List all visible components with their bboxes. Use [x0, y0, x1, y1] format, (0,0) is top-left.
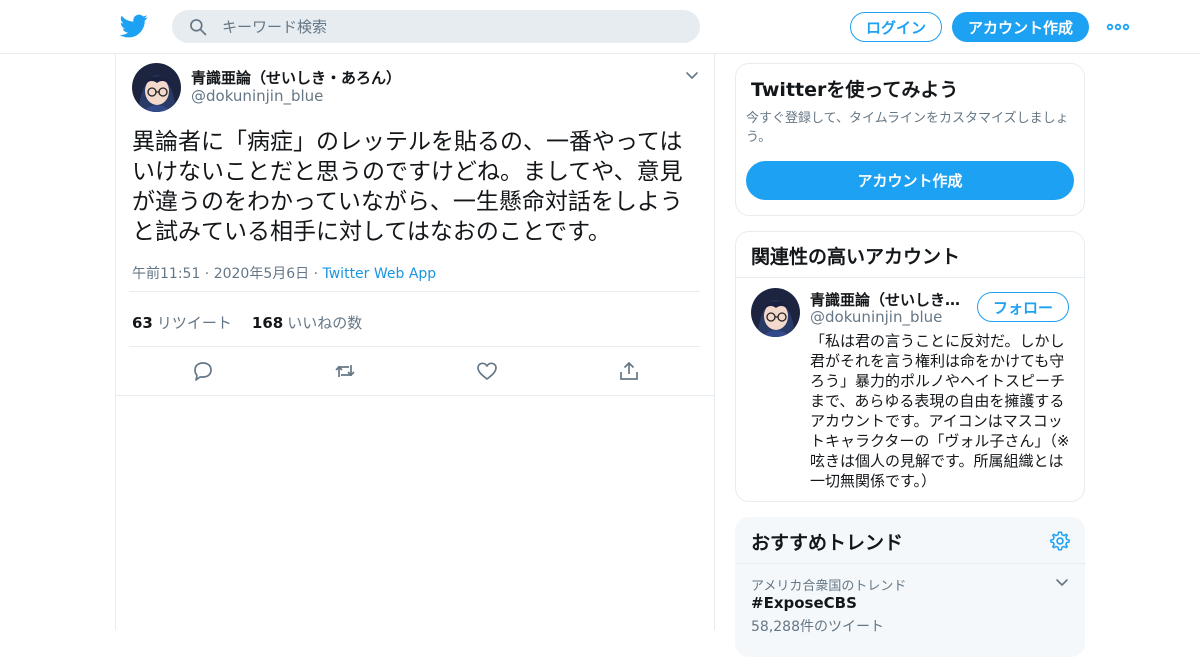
- divider: [129, 291, 700, 292]
- trends-title: おすすめトレンド: [751, 532, 904, 554]
- related-accounts-title: 関連性の高いアカウント: [751, 246, 961, 268]
- related-account-name[interactable]: 青識亜論（せいしき・あろん）: [810, 289, 968, 310]
- avatar-image: [751, 288, 800, 337]
- more-options-icon[interactable]: [1106, 17, 1130, 37]
- trends-card: おすすめトレンド アメリカ合衆国のトレンド #ExposeCBS 58,288件…: [735, 517, 1086, 657]
- chevron-down-icon[interactable]: [684, 68, 700, 84]
- signup-prompt-card: Twitterを使ってみよう 今すぐ登録して、タイムラインをカスタマイズしましょ…: [735, 63, 1085, 216]
- tweet-timestamp[interactable]: 午前11:51 · 2020年5月6日: [132, 266, 309, 282]
- related-accounts-card: 関連性の高いアカウント 青識亜論（せいしき・あろん） @dokuninjin_b…: [735, 231, 1085, 502]
- related-account-bio: 「私は君の言うことに反対だ。しかし君がそれを言う権利は命をかけても守ろう」暴力的…: [810, 332, 1070, 490]
- tweet-stats: 63 リツイート 168 いいねの数: [132, 312, 362, 333]
- likes-stat[interactable]: 168 いいねの数: [252, 312, 362, 333]
- login-button[interactable]: ログイン: [850, 12, 942, 42]
- twitter-bird-icon[interactable]: [120, 12, 148, 40]
- signup-button[interactable]: アカウント作成: [952, 12, 1089, 42]
- tweet-author-name[interactable]: 青識亜論（せいしき・あろん）: [191, 67, 401, 88]
- trend-context: アメリカ合衆国のトレンド: [751, 579, 907, 594]
- trend-hashtag-link[interactable]: #ExposeCBS: [751, 594, 857, 612]
- divider: [736, 563, 1086, 564]
- follow-button[interactable]: フォロー: [977, 292, 1069, 322]
- avatar[interactable]: [751, 288, 800, 337]
- gear-icon[interactable]: [1049, 530, 1071, 552]
- avatar-image: [132, 63, 181, 112]
- like-heart-icon[interactable]: [475, 359, 499, 383]
- search-box[interactable]: [172, 10, 700, 43]
- search-icon: [190, 18, 207, 35]
- retweet-icon[interactable]: [333, 359, 357, 383]
- related-account-handle[interactable]: @dokuninjin_blue: [810, 308, 942, 326]
- meta-separator: ·: [313, 266, 323, 282]
- tweet-author-handle[interactable]: @dokuninjin_blue: [191, 87, 323, 105]
- retweets-stat[interactable]: 63 リツイート: [132, 312, 232, 333]
- search-input[interactable]: [222, 17, 682, 36]
- divider: [129, 346, 700, 347]
- tweet-source-link[interactable]: Twitter Web App: [323, 266, 437, 282]
- signup-card-button[interactable]: アカウント作成: [746, 161, 1074, 200]
- signup-card-description: 今すぐ登録して、タイムラインをカスタマイズしましょう。: [746, 111, 1069, 145]
- tweet-column: 青識亜論（せいしき・あろん） @dokuninjin_blue 異論者に「病症」…: [115, 54, 715, 630]
- share-icon[interactable]: [617, 359, 641, 383]
- trend-tweet-count: 58,288件のツイート: [751, 619, 884, 635]
- top-navigation-bar: ログイン アカウント作成: [0, 0, 1200, 54]
- signup-card-title: Twitterを使ってみよう: [751, 79, 959, 101]
- chevron-down-icon[interactable]: [1054, 575, 1070, 591]
- reply-icon[interactable]: [191, 359, 215, 383]
- divider: [736, 277, 1084, 278]
- likes-label: いいねの数: [287, 314, 363, 332]
- divider: [116, 395, 714, 396]
- likes-count: 168: [251, 314, 284, 332]
- tweet-metadata: 午前11:51 · 2020年5月6日 · Twitter Web App: [132, 263, 436, 283]
- retweets-count: 63: [132, 314, 153, 332]
- retweets-label: リツイート: [156, 314, 232, 332]
- avatar[interactable]: [132, 63, 181, 112]
- tweet-text: 異論者に「病症」のレッテルを貼るの、一番やってはいけないことだと思うのですけどね…: [132, 129, 683, 245]
